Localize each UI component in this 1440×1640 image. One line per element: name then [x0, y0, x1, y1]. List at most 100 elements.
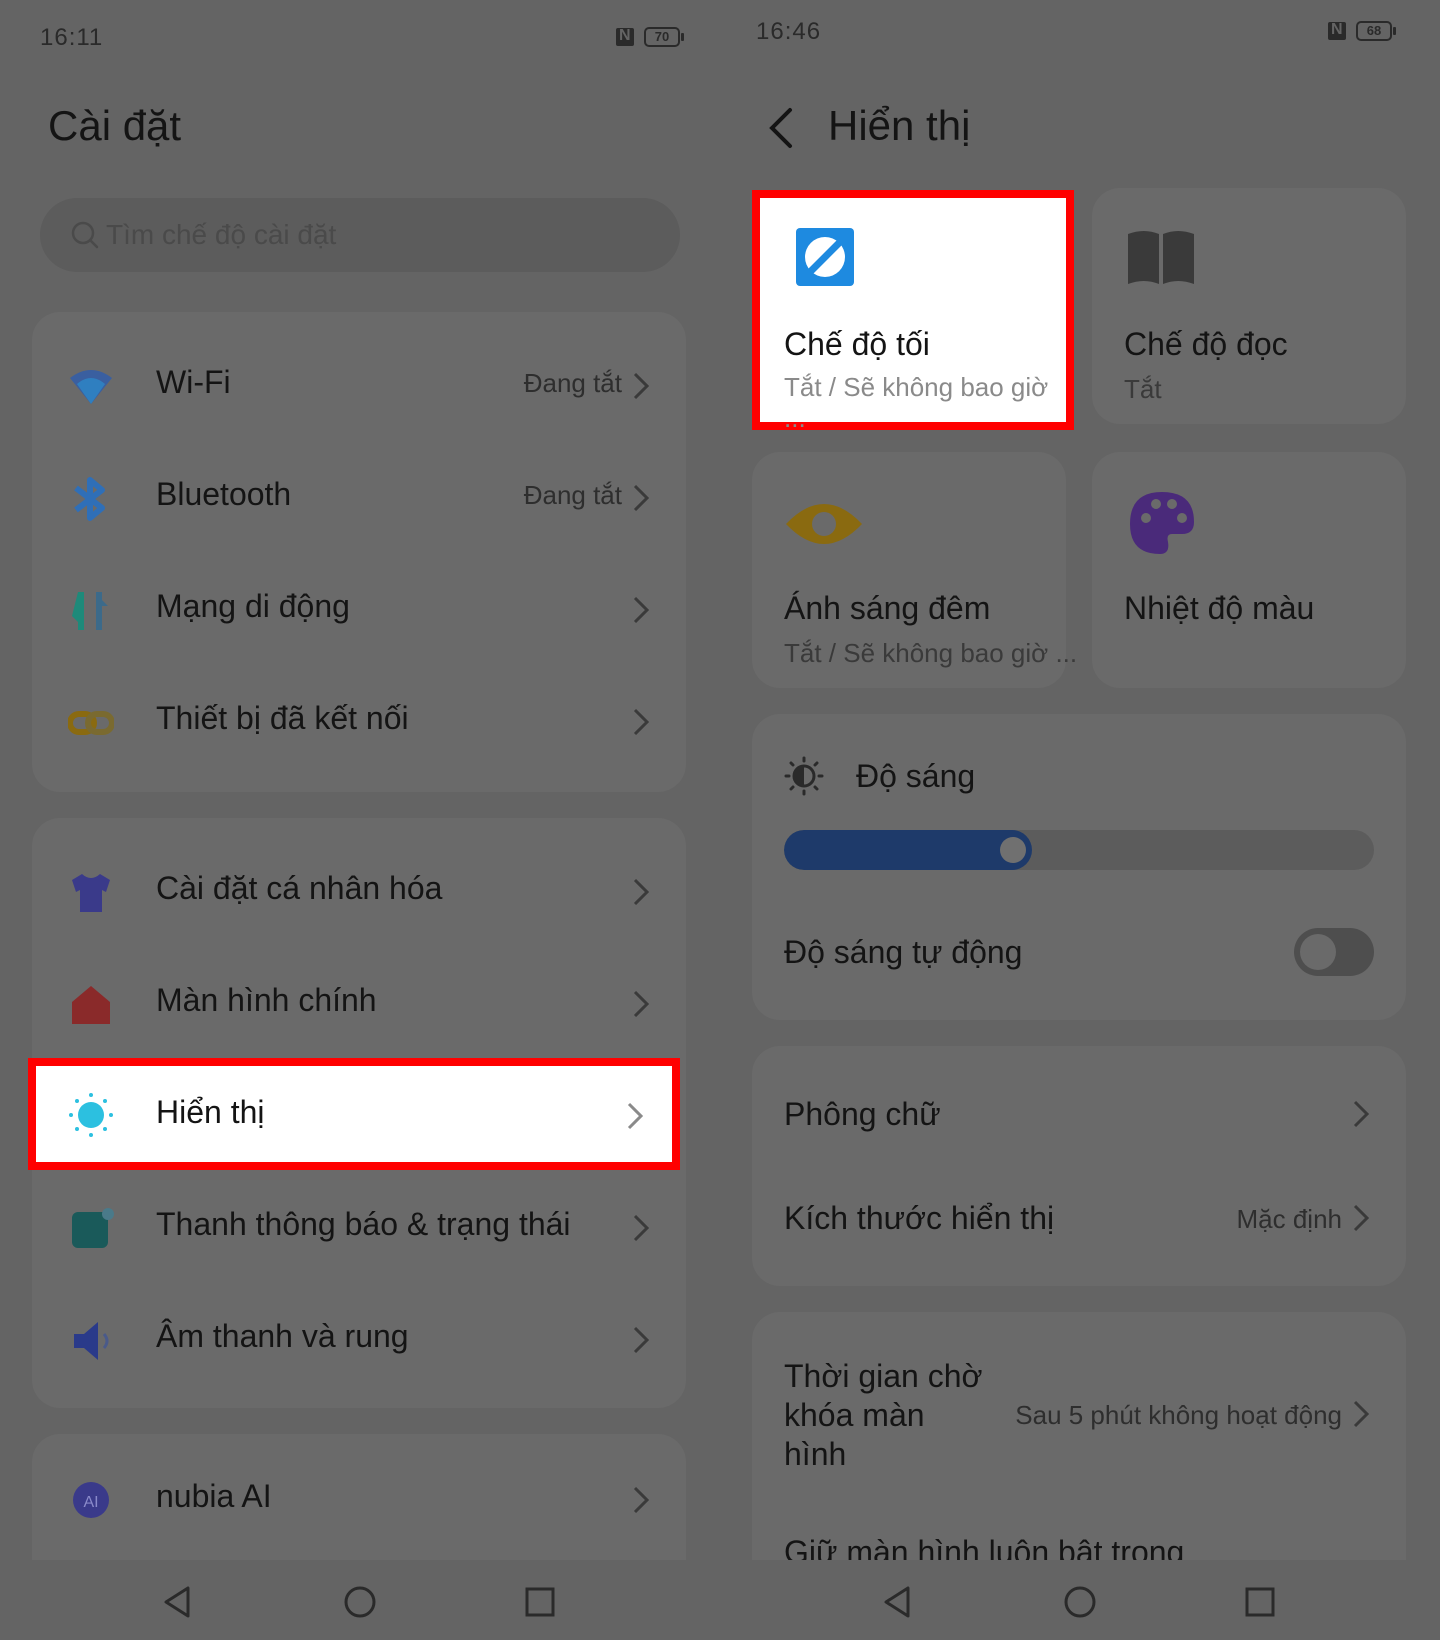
back-nav-icon[interactable] [158, 1582, 198, 1622]
svg-text:AI: AI [83, 1494, 98, 1511]
brightness-card: Độ sáng Độ sáng tự động [752, 714, 1406, 1020]
display-label: Hiển thị [156, 1094, 265, 1130]
settings-item-home-screen[interactable]: Màn hình chính [32, 948, 686, 1060]
settings-item-sound[interactable]: Âm thanh và rung [32, 1284, 686, 1396]
settings-item-display[interactable]: Hiển thị [28, 1058, 680, 1170]
settings-item-bluetooth[interactable]: Bluetooth Đang tắt [32, 442, 686, 554]
settings-item-nubia-ai[interactable]: AI nubia AI [32, 1444, 686, 1556]
chevron-right-icon [1353, 1100, 1370, 1128]
settings-item-personalization[interactable]: Cài đặt cá nhân hóa [32, 836, 686, 948]
chevron-right-icon [1353, 1400, 1370, 1428]
screen-timeout-card: Thời gian chờ khóa màn hình Sau 5 phút k… [752, 1312, 1406, 1560]
night-light-subtitle: Tắt / Sẽ không bao giờ ... [784, 638, 1078, 668]
brightness-slider[interactable] [784, 830, 1374, 870]
auto-brightness-toggle[interactable] [1294, 928, 1374, 976]
ai-card: AI nubia AI [32, 1434, 686, 1560]
nubia-ai-label: nubia AI [156, 1478, 272, 1514]
toggle-knob [1300, 934, 1336, 970]
connectivity-card: Wi-Fi Đang tắt Bluetooth Đang tắt Mạng d… [32, 312, 686, 792]
tile-dark-mode[interactable]: Chế độ tối Tắt / Sẽ không bao giờ ... [752, 190, 1074, 433]
wifi-status: Đang tắt [523, 368, 622, 398]
page-title: Hiển thị [828, 102, 971, 149]
eye-icon [786, 504, 862, 544]
recents-nav-icon[interactable] [1240, 1582, 1280, 1622]
brightness-slider-knob[interactable] [1000, 837, 1026, 863]
battery-icon: 68 [1356, 21, 1396, 41]
dark-mode-icon [796, 228, 854, 286]
mobile-data-icon [72, 592, 108, 630]
chevron-right-icon [633, 708, 650, 736]
color-temperature-title: Nhiệt độ màu [1124, 590, 1315, 626]
bluetooth-icon [74, 477, 105, 521]
notifications-label: Thanh thông báo & trạng thái [156, 1206, 571, 1242]
ai-icon: AI [73, 1482, 109, 1518]
tile-color-temperature[interactable]: Nhiệt độ màu [1092, 452, 1406, 688]
palette-icon [1130, 492, 1194, 554]
sun-icon [69, 1093, 113, 1137]
dark-mode-subtitle: Tắt / Sẽ không bao giờ ... [784, 372, 1049, 433]
sound-label: Âm thanh và rung [156, 1318, 409, 1354]
shirt-icon [72, 874, 110, 912]
status-time: 16:46 [756, 18, 822, 45]
search-placeholder: Tìm chế độ cài đặt [106, 219, 337, 250]
notification-icon [72, 1208, 114, 1248]
link-icon [68, 711, 114, 735]
timeout-label-line2: khóa màn [784, 1397, 925, 1433]
settings-item-connected-devices[interactable]: Thiết bị đã kết nối [32, 666, 686, 778]
home-nav-icon[interactable] [340, 1582, 380, 1622]
tile-reading-mode[interactable]: Chế độ đọc Tắt [1092, 188, 1406, 424]
chevron-right-icon [633, 1214, 650, 1242]
brightness-label: Độ sáng [856, 758, 976, 794]
display-size-label: Kích thước hiển thị [784, 1200, 1055, 1236]
home-screen-label: Màn hình chính [156, 982, 377, 1018]
night-light-title: Ánh sáng đêm [784, 590, 991, 626]
status-time: 16:11 [40, 24, 104, 51]
wifi-label: Wi-Fi [156, 364, 231, 400]
settings-item-wifi[interactable]: Wi-Fi Đang tắt [32, 330, 686, 442]
font-label: Phông chữ [784, 1096, 941, 1132]
connected-devices-label: Thiết bị đã kết nối [156, 700, 409, 736]
chevron-right-icon [633, 878, 650, 906]
dark-mode-title: Chế độ tối [784, 326, 930, 362]
reading-mode-subtitle: Tắt [1124, 374, 1162, 404]
nfc-icon [1328, 21, 1346, 40]
chevron-right-icon [633, 372, 650, 400]
chevron-right-icon [633, 990, 650, 1018]
page-title: Cài đặt [48, 102, 182, 149]
back-nav-icon[interactable] [878, 1582, 918, 1622]
tile-night-light[interactable]: Ánh sáng đêm Tắt / Sẽ không bao giờ ... [752, 452, 1077, 688]
search-input[interactable]: Tìm chế độ cài đặt [40, 198, 680, 272]
mobile-data-label: Mạng di động [156, 588, 350, 624]
settings-item-display-size[interactable]: Kích thước hiển thị Mặc định [752, 1160, 1406, 1272]
personalization-label: Cài đặt cá nhân hóa [156, 870, 443, 906]
keep-screen-on-label[interactable]: Giữ màn hình luôn bật trong [784, 1534, 1184, 1560]
timeout-label-line3: hình [784, 1436, 847, 1472]
chevron-right-icon [633, 1326, 650, 1354]
chevron-right-icon [633, 596, 650, 624]
battery-icon: 70 [644, 27, 684, 47]
timeout-label-line1: Thời gian chờ [784, 1358, 983, 1394]
settings-item-mobile-data[interactable]: Mạng di động [32, 554, 686, 666]
home-nav-icon[interactable] [1060, 1582, 1100, 1622]
bluetooth-label: Bluetooth [156, 476, 292, 512]
chevron-right-icon [633, 1486, 650, 1514]
font-card: Phông chữ Kích thước hiển thị Mặc định [752, 1046, 1406, 1286]
search-icon [71, 221, 99, 249]
brightness-icon [784, 756, 824, 796]
settings-item-screen-timeout[interactable]: Thời gian chờ khóa màn hình Sau 5 phút k… [752, 1358, 1406, 1488]
back-arrow-icon[interactable] [766, 106, 796, 150]
recents-nav-icon[interactable] [520, 1582, 560, 1622]
chevron-right-icon [633, 484, 650, 512]
nfc-icon [616, 27, 634, 46]
auto-brightness-label: Độ sáng tự động [784, 934, 1023, 970]
book-icon [1128, 231, 1194, 284]
brightness-slider-fill [784, 830, 1032, 870]
settings-screen: 16:11 70 Cài đặt Tìm chế độ cài đặt Wi-F… [0, 0, 720, 1640]
settings-item-notifications[interactable]: Thanh thông báo & trạng thái [32, 1172, 686, 1284]
home-icon [72, 986, 110, 1024]
reading-mode-title: Chế độ đọc [1124, 326, 1288, 362]
wifi-icon [70, 370, 112, 404]
chevron-right-icon [627, 1102, 644, 1130]
settings-item-font[interactable]: Phông chữ [752, 1056, 1406, 1168]
bluetooth-status: Đang tắt [523, 480, 622, 510]
